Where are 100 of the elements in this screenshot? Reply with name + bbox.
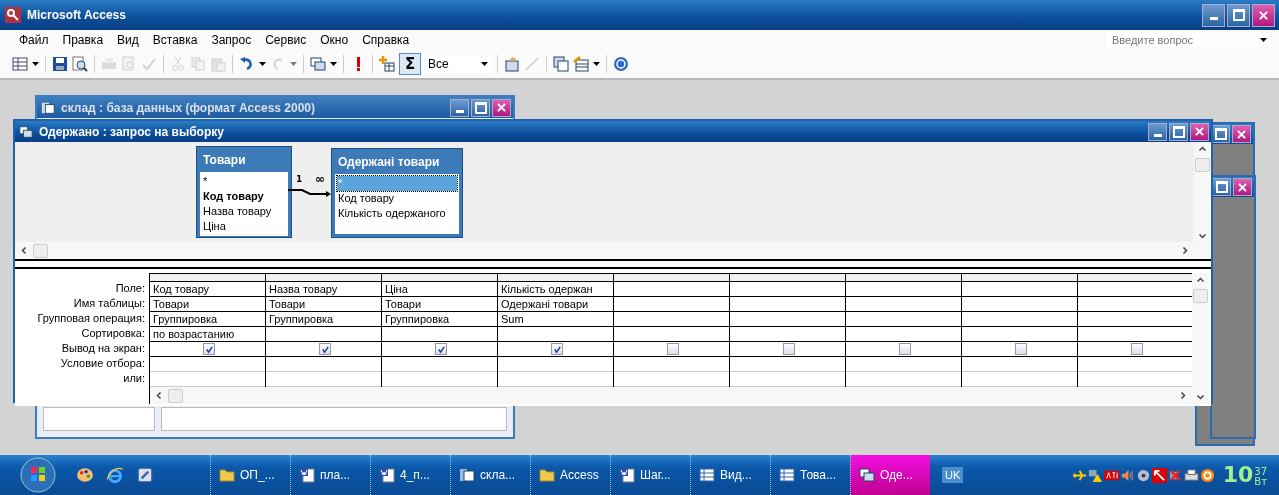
dropdown-icon[interactable] xyxy=(593,62,600,66)
dropdown-icon[interactable] xyxy=(259,62,266,66)
menu-item[interactable]: Запрос xyxy=(206,33,261,47)
view-icon[interactable] xyxy=(12,56,28,72)
checkbox[interactable] xyxy=(783,343,795,355)
grid-cell[interactable]: Код товару xyxy=(150,282,265,297)
taskbar-button[interactable]: Вид... xyxy=(690,455,770,495)
start-button[interactable] xyxy=(20,457,56,493)
show-table-icon[interactable] xyxy=(379,56,395,72)
close-button[interactable] xyxy=(1232,125,1251,143)
grid-cell[interactable]: Назва товару xyxy=(266,282,381,297)
printer-icon[interactable] xyxy=(1183,467,1199,483)
column-selector[interactable] xyxy=(498,274,613,282)
totals-button[interactable]: Σ xyxy=(399,53,421,75)
menu-item[interactable]: Файл xyxy=(14,33,58,47)
checkbox[interactable] xyxy=(319,343,331,355)
horizontal-scrollbar[interactable] xyxy=(150,387,1192,404)
checkbox[interactable] xyxy=(203,343,215,355)
field-item[interactable]: Назва товару xyxy=(202,204,286,219)
palette-icon[interactable] xyxy=(76,466,94,484)
search-icon[interactable] xyxy=(72,56,88,72)
properties-icon[interactable] xyxy=(504,56,520,72)
column-selector[interactable] xyxy=(962,274,1077,282)
column-selector[interactable] xyxy=(1078,274,1192,282)
scroll-thumb[interactable] xyxy=(1195,158,1210,172)
chevron-down-icon[interactable] xyxy=(1196,394,1205,400)
taskbar-button[interactable]: Access xyxy=(530,455,610,495)
table-box[interactable]: Одержані товари * Код товару Кількість одержаного xyxy=(331,148,463,238)
maximize-button[interactable] xyxy=(1169,122,1188,141)
dropdown-icon[interactable] xyxy=(1260,38,1267,42)
chevron-right-icon[interactable] xyxy=(1180,391,1186,400)
grid-cell[interactable]: Группировка xyxy=(382,312,497,327)
vertical-scrollbar[interactable] xyxy=(1192,273,1209,404)
chevron-up-icon[interactable] xyxy=(1196,277,1205,283)
horizontal-scrollbar[interactable] xyxy=(15,242,1194,259)
database-window-icon[interactable] xyxy=(553,56,569,72)
scroll-thumb[interactable] xyxy=(168,388,183,403)
column-selector[interactable] xyxy=(730,274,845,282)
query-type-icon[interactable] xyxy=(310,56,326,72)
checkbox[interactable] xyxy=(899,343,911,355)
taskbar-button[interactable]: скла... xyxy=(450,455,530,495)
vertical-scrollbar[interactable] xyxy=(1194,142,1211,259)
help-icon[interactable] xyxy=(613,56,629,72)
help-search-field[interactable]: Введите вопрос xyxy=(1106,33,1271,47)
disc-icon[interactable] xyxy=(1135,467,1151,483)
chevron-up-icon[interactable] xyxy=(1198,146,1207,152)
close-button[interactable] xyxy=(1252,3,1275,27)
taskbar-button[interactable]: ОП_... xyxy=(210,455,290,495)
menu-item[interactable]: Правка xyxy=(57,33,113,47)
taskbar-button[interactable]: 4_п... xyxy=(370,455,450,495)
checkbox[interactable] xyxy=(667,343,679,355)
menu-item[interactable]: Справка xyxy=(357,33,419,47)
grid-cell[interactable]: Группировка xyxy=(266,312,381,327)
grid-cell[interactable]: Товари xyxy=(150,297,265,312)
cursor-icon[interactable] xyxy=(1151,467,1167,483)
chevron-left-icon[interactable] xyxy=(156,391,162,400)
taskbar-button[interactable]: Шаг... xyxy=(610,455,690,495)
close-button[interactable] xyxy=(1233,178,1252,196)
taskbar-button[interactable]: Оде... xyxy=(850,455,930,495)
grid-cell[interactable]: Кількість одержан xyxy=(498,282,613,297)
checkbox[interactable] xyxy=(551,343,563,355)
checkbox[interactable] xyxy=(1015,343,1027,355)
grid-cell[interactable]: Ціна xyxy=(382,282,497,297)
field-item[interactable]: Ціна xyxy=(202,219,286,234)
column-selector[interactable] xyxy=(614,274,729,282)
field-item[interactable]: * xyxy=(202,174,286,189)
field-item[interactable]: Кількість одержаного xyxy=(337,206,457,221)
grid-cell[interactable]: Товари xyxy=(266,297,381,312)
scroll-thumb[interactable] xyxy=(1193,289,1208,303)
new-object-icon[interactable] xyxy=(573,56,589,72)
field-item[interactable]: Код товару xyxy=(337,191,457,206)
minimize-button[interactable] xyxy=(1148,122,1167,141)
maximize-button[interactable] xyxy=(1227,3,1250,27)
menu-item[interactable]: Окно xyxy=(315,33,358,47)
grid-cell[interactable]: Sum xyxy=(498,312,613,327)
save-icon[interactable] xyxy=(52,56,68,72)
network-warning-icon[interactable] xyxy=(1087,467,1103,483)
minimize-button[interactable] xyxy=(1202,3,1225,27)
top-values-dropdown[interactable]: Все xyxy=(425,55,491,73)
grid-cell[interactable]: по возрастанию xyxy=(150,327,265,342)
chevron-right-icon[interactable] xyxy=(1182,246,1188,255)
undo-icon[interactable] xyxy=(239,56,255,72)
chevron-left-icon[interactable] xyxy=(21,246,27,255)
taskbar-button[interactable]: пла... xyxy=(290,455,370,495)
chevron-down-icon[interactable] xyxy=(1198,233,1207,239)
grid-cell[interactable]: Товари xyxy=(382,297,497,312)
table-box[interactable]: Товари * Код товару Назва товару Ціна xyxy=(196,146,292,238)
update-icon[interactable] xyxy=(1199,467,1215,483)
column-selector[interactable] xyxy=(382,274,497,282)
checkbox[interactable] xyxy=(435,343,447,355)
grid-cell[interactable]: Одержані товари xyxy=(498,297,613,312)
checkbox[interactable] xyxy=(1131,343,1143,355)
scroll-thumb[interactable] xyxy=(33,243,48,258)
column-selector[interactable] xyxy=(150,274,265,282)
dropdown-icon[interactable] xyxy=(330,62,337,66)
menu-item[interactable]: Вид xyxy=(112,33,148,47)
menu-item[interactable]: Вставка xyxy=(147,33,207,47)
close-button[interactable] xyxy=(1190,122,1209,141)
column-selector[interactable] xyxy=(846,274,961,282)
dropdown-icon[interactable] xyxy=(32,62,39,66)
